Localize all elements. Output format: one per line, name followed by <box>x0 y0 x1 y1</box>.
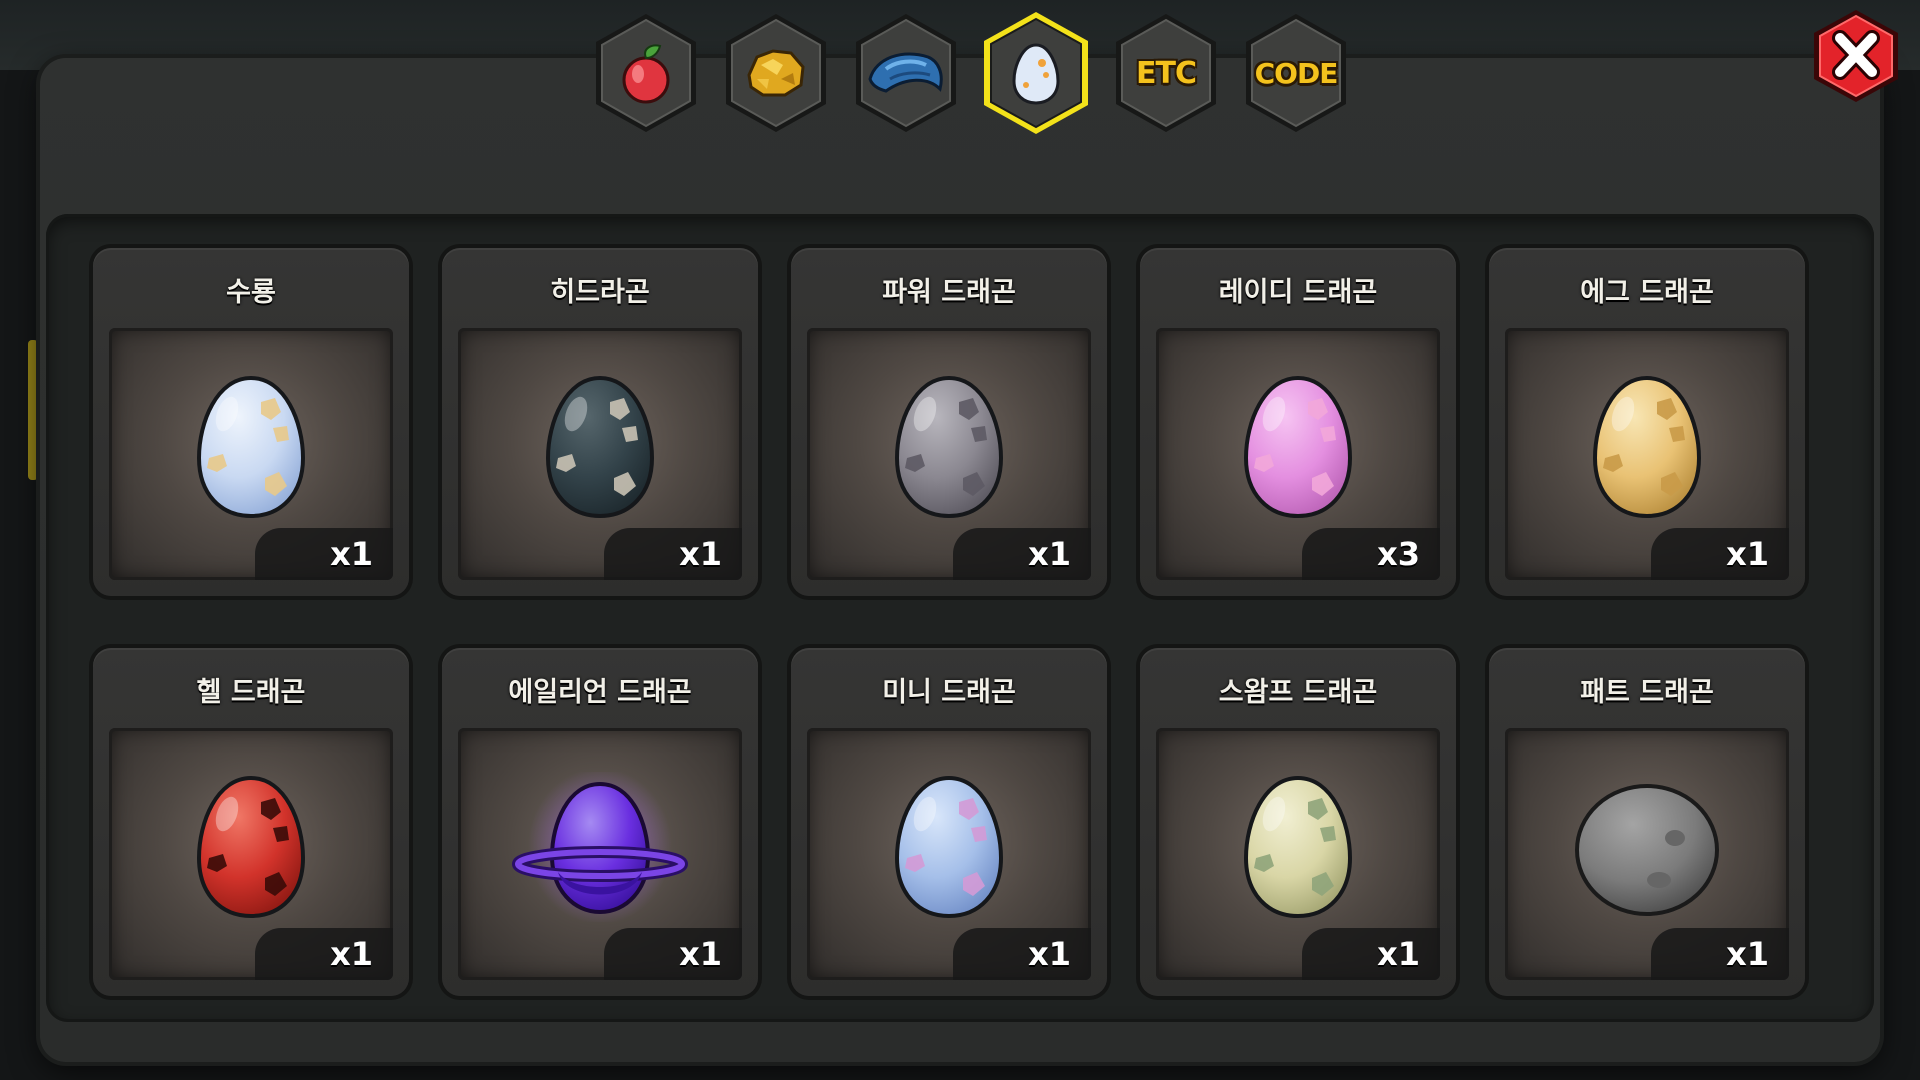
egg-name: 수룡 <box>226 277 276 308</box>
close-icon <box>1814 10 1898 102</box>
egg-slot: x1 <box>458 728 742 980</box>
egg-count: x1 <box>953 528 1091 580</box>
egg-slot: x1 <box>458 328 742 580</box>
egg-name: 패트 드래곤 <box>1580 677 1714 708</box>
blue-scale-icon <box>868 52 943 93</box>
game-scene: ETC CODE 수룡 x1 히드라곤 x1 파워 드래곤 x1 레이디 드래곤… <box>0 0 1920 1080</box>
egg-icon <box>1012 43 1060 105</box>
tab-code[interactable]: CODE <box>1240 10 1352 136</box>
egg-card[interactable]: 파워 드래곤 x1 <box>791 248 1107 596</box>
egg-name: 에그 드래곤 <box>1580 277 1714 308</box>
egg-card[interactable]: 에일리언 드래곤 x1 <box>442 648 758 996</box>
dragon-egg-icon <box>1243 375 1353 519</box>
egg-slot: x1 <box>109 728 393 980</box>
egg-count: x1 <box>1651 928 1789 980</box>
egg-card[interactable]: 스왐프 드래곤 x1 <box>1140 648 1456 996</box>
egg-slot: x1 <box>807 728 1091 980</box>
tab-etc[interactable]: ETC <box>1110 10 1222 136</box>
background-accent <box>28 340 38 480</box>
red-fruit-icon <box>622 44 670 104</box>
dragon-egg-icon <box>196 775 306 919</box>
egg-slot: x3 <box>1156 328 1440 580</box>
dragon-egg-icon <box>196 375 306 519</box>
tab-code-label: CODE <box>1254 56 1339 90</box>
dragon-egg-icon <box>1243 775 1353 919</box>
dragon-egg-icon <box>545 375 655 519</box>
fat-egg-icon <box>1575 784 1719 916</box>
egg-count: x1 <box>1302 928 1440 980</box>
egg-card[interactable]: 레이디 드래곤 x3 <box>1140 248 1456 596</box>
egg-count: x1 <box>604 528 742 580</box>
egg-slot: x1 <box>807 328 1091 580</box>
gold-nugget-icon <box>747 49 805 97</box>
tab-etc-label: ETC <box>1136 55 1197 91</box>
egg-count: x1 <box>604 928 742 980</box>
dragon-egg-icon <box>1592 375 1702 519</box>
tab-scale[interactable] <box>850 10 962 136</box>
egg-card[interactable]: 미니 드래곤 x1 <box>791 648 1107 996</box>
egg-name: 스왐프 드래곤 <box>1218 677 1378 708</box>
egg-slot: x1 <box>1505 728 1789 980</box>
egg-name: 파워 드래곤 <box>882 277 1016 308</box>
egg-card[interactable]: 히드라곤 x1 <box>442 248 758 596</box>
egg-name: 에일리언 드래곤 <box>508 677 692 708</box>
tab-gold[interactable] <box>720 10 832 136</box>
egg-name: 미니 드래곤 <box>882 677 1016 708</box>
tab-egg[interactable] <box>980 10 1092 136</box>
egg-name: 헬 드래곤 <box>196 677 306 708</box>
egg-count: x3 <box>1302 528 1440 580</box>
egg-count: x1 <box>953 928 1091 980</box>
egg-count: x1 <box>255 928 393 980</box>
egg-name: 레이디 드래곤 <box>1218 277 1378 308</box>
tab-fruit[interactable] <box>590 10 702 136</box>
egg-name: 히드라곤 <box>550 277 650 308</box>
egg-card[interactable]: 에그 드래곤 x1 <box>1489 248 1805 596</box>
egg-card[interactable]: 수룡 x1 <box>93 248 409 596</box>
egg-card[interactable]: 헬 드래곤 x1 <box>93 648 409 996</box>
category-tabs: ETC CODE <box>590 10 1352 140</box>
egg-count: x1 <box>255 528 393 580</box>
dragon-egg-icon <box>894 775 1004 919</box>
close-button[interactable] <box>1808 6 1904 106</box>
dragon-egg-icon <box>894 375 1004 519</box>
alien-egg-icon <box>512 768 688 924</box>
egg-slot: x1 <box>1156 728 1440 980</box>
egg-slot: x1 <box>1505 328 1789 580</box>
egg-count: x1 <box>1651 528 1789 580</box>
egg-slot: x1 <box>109 328 393 580</box>
egg-card[interactable]: 패트 드래곤 x1 <box>1489 648 1805 996</box>
